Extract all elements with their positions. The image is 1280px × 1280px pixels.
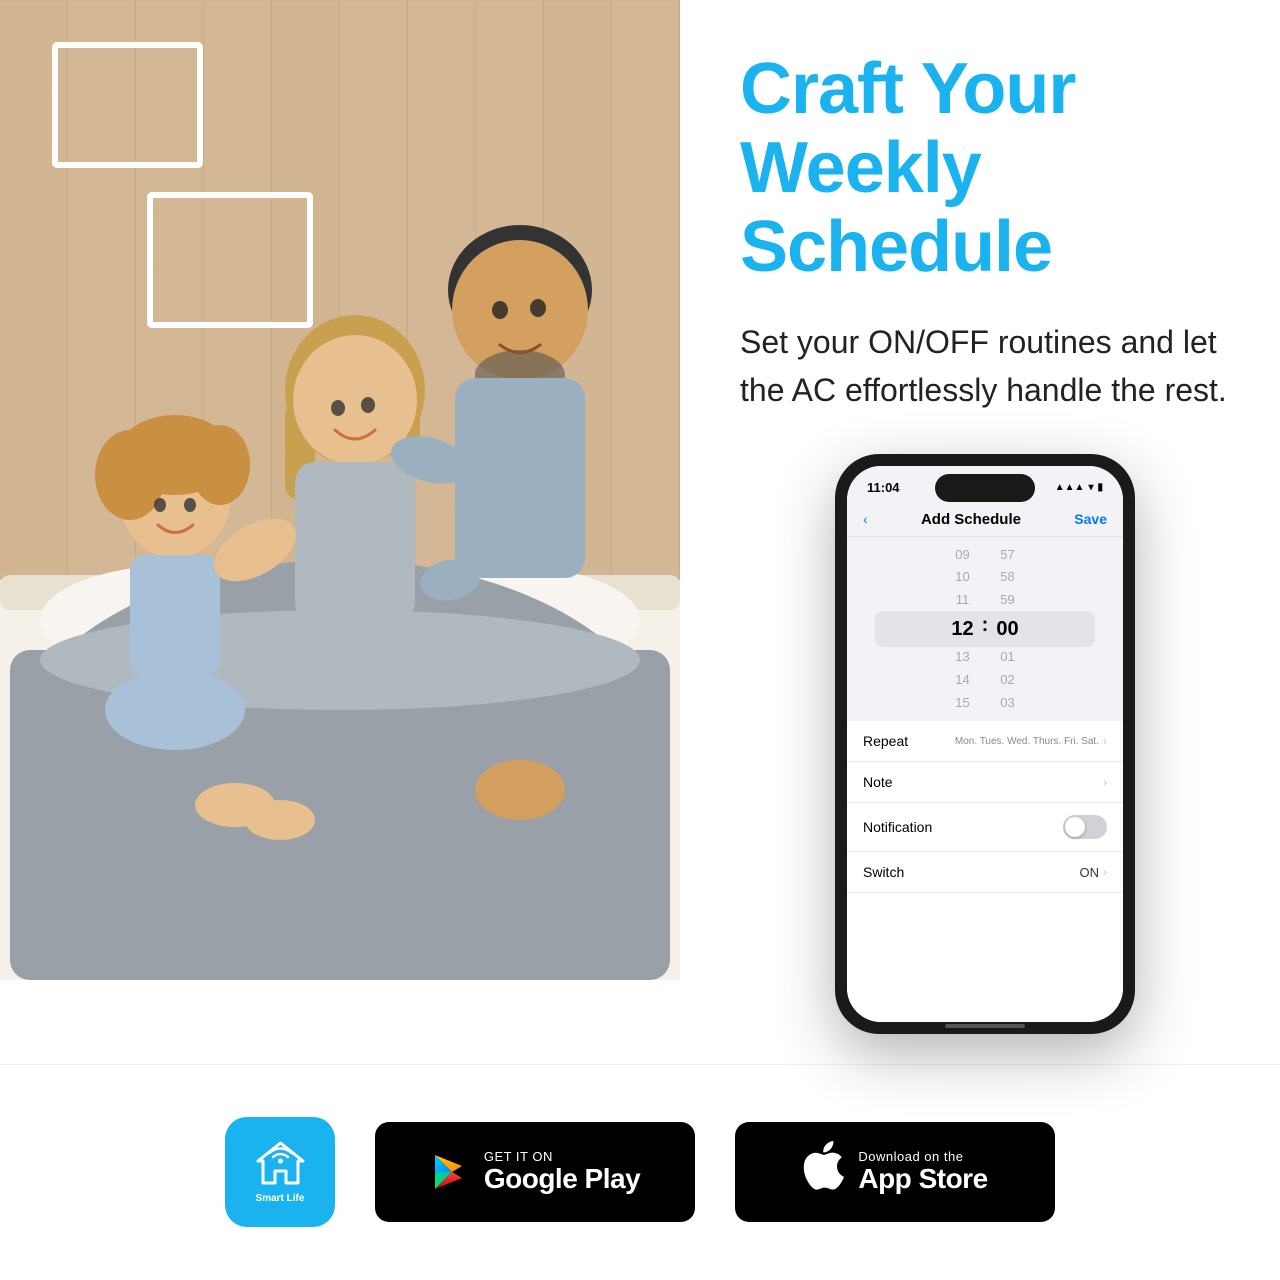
subtext-description: Set your ON/OFF routines and let the AC … [740,318,1230,414]
home-indicator [945,1024,1025,1028]
settings-item-repeat[interactable]: Repeat Mon. Tues. Wed. Thurs. Fri. Sat. … [847,721,1123,762]
phone-screen: 11:04 ▲▲▲ ▾ ▮ ‹ Add Schedule Save [847,466,1123,1022]
google-play-icon [430,1152,470,1192]
settings-item-switch[interactable]: Switch ON › [847,852,1123,893]
google-play-badge[interactable]: GET IT ON Google Play [375,1122,695,1222]
bottom-section: Smart Life [0,1064,1280,1280]
notification-label: Notification [863,819,932,835]
nav-title: Add Schedule [921,511,1021,528]
note-label: Note [863,774,893,790]
repeat-value: Mon. Tues. Wed. Thurs. Fri. Sat. › [955,734,1107,748]
wifi-icon: ▾ [1088,482,1093,493]
switch-value: ON › [1080,865,1108,880]
settings-item-notification[interactable]: Notification [847,803,1123,852]
family-illustration [0,0,680,980]
battery-icon: ▮ [1097,482,1103,493]
text-section: Craft Your Weekly Schedule Set your ON/O… [680,0,1280,1064]
notification-toggle[interactable] [1063,815,1107,839]
nav-bar: ‹ Add Schedule Save [847,503,1123,537]
main-headline: Craft Your Weekly Schedule [740,50,1230,288]
signal-icon: ▲▲▲ [1055,482,1085,493]
switch-arrow: › [1103,865,1107,879]
google-play-text: GET IT ON Google Play [484,1149,640,1195]
smart-life-label: Smart Life [256,1193,305,1205]
time-picker[interactable]: 09 10 11 12 13 14 15 : 57 58 [847,537,1123,722]
repeat-days: Mon. Tues. Wed. Thurs. Fri. Sat. [955,736,1099,747]
smart-life-logo: Smart Life [225,1117,335,1227]
photo-section [0,0,680,980]
settings-item-note[interactable]: Note › [847,762,1123,803]
toggle-knob [1065,817,1085,837]
note-value: › [1103,775,1107,789]
app-store-text: Download on the App Store [858,1149,987,1195]
switch-label: Switch [863,864,904,880]
dynamic-island [935,474,1035,502]
settings-list: Repeat Mon. Tues. Wed. Thurs. Fri. Sat. … [847,721,1123,1021]
smart-life-house-icon [253,1139,308,1187]
app-store-subtitle: Download on the [858,1149,987,1164]
note-arrow: › [1103,775,1107,789]
nav-save-button[interactable]: Save [1074,511,1107,527]
status-icons: ▲▲▲ ▾ ▮ [1055,482,1103,493]
status-time: 11:04 [867,480,900,495]
phone-mockup: 11:04 ▲▲▲ ▾ ▮ ‹ Add Schedule Save [835,454,1135,1034]
google-play-title: Google Play [484,1164,640,1195]
app-store-title: App Store [858,1164,987,1195]
switch-state: ON [1080,865,1100,880]
repeat-arrow: › [1103,734,1107,748]
repeat-label: Repeat [863,733,908,749]
apple-icon [802,1141,844,1199]
nav-back-button[interactable]: ‹ [863,511,868,527]
app-store-badge[interactable]: Download on the App Store [735,1122,1055,1222]
phone-container: 11:04 ▲▲▲ ▾ ▮ ‹ Add Schedule Save [740,454,1230,1034]
google-play-subtitle: GET IT ON [484,1149,640,1164]
